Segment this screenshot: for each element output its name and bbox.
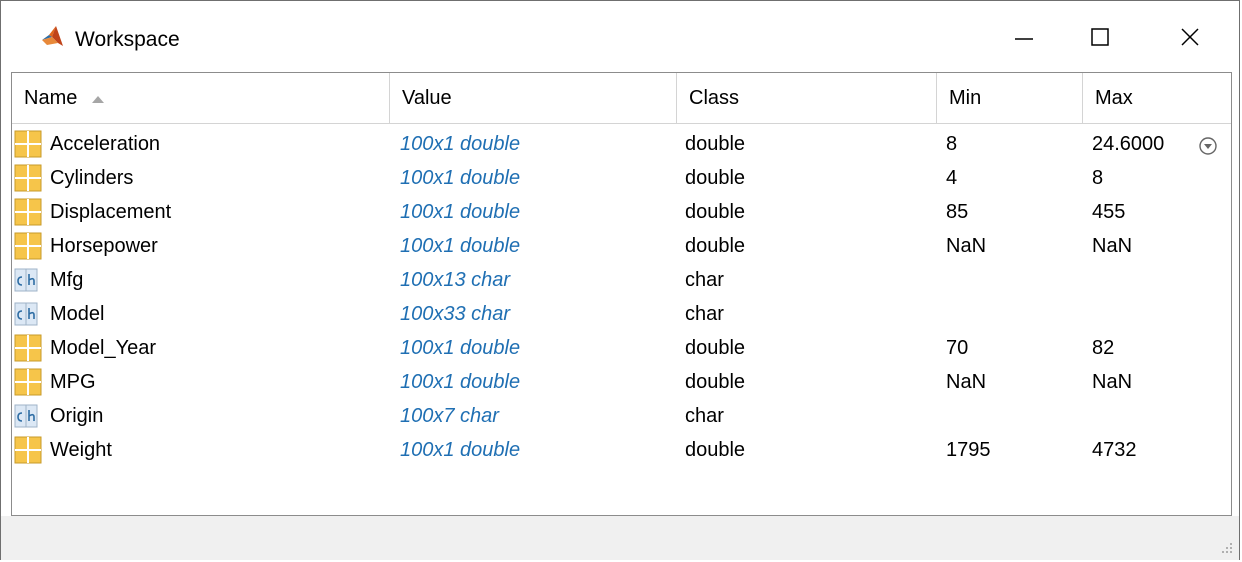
column-header-label: Name (24, 87, 78, 109)
table-row[interactable]: Horsepower 100x1 double double NaN NaN (12, 229, 1231, 263)
matrix-variable-icon (14, 368, 42, 396)
variable-class: double (685, 439, 746, 461)
variable-class: double (685, 337, 746, 359)
variable-name: Origin (50, 405, 104, 427)
minimize-button[interactable] (994, 15, 1054, 59)
variable-name: Acceleration (50, 133, 161, 155)
variable-class: char (685, 303, 724, 325)
column-header-label: Class (689, 87, 740, 109)
variable-name: Mfg (50, 269, 84, 291)
column-header-max[interactable]: Max (1083, 73, 1232, 123)
variable-min: NaN (946, 235, 987, 257)
variable-name: MPG (50, 371, 96, 393)
variable-class: char (685, 405, 724, 427)
variable-min: 4 (946, 167, 958, 189)
column-header-min[interactable]: Min (937, 73, 1083, 123)
variable-class: double (685, 201, 746, 223)
char-variable-icon (14, 302, 38, 326)
close-icon (1181, 28, 1199, 46)
variable-value: 100x1 double (400, 201, 521, 223)
maximize-icon (1091, 28, 1109, 46)
table-header: Name Value Class Min Max (12, 73, 1231, 124)
variable-value: 100x7 char (400, 405, 499, 427)
variable-min: 70 (946, 337, 969, 359)
variable-class: double (685, 167, 746, 189)
variable-value: 100x1 double (400, 371, 521, 393)
variable-min: 1795 (946, 439, 991, 461)
variable-max: 4732 (1092, 439, 1137, 461)
char-variable-icon (14, 268, 38, 292)
variable-name: Model_Year (50, 337, 157, 359)
variable-class: double (685, 133, 746, 155)
table-row[interactable]: MPG 100x1 double double NaN NaN (12, 365, 1231, 399)
variable-min: NaN (946, 371, 987, 393)
column-header-label: Max (1095, 87, 1133, 109)
sort-ascending-icon (91, 95, 104, 103)
variable-name: Cylinders (50, 167, 134, 189)
table-row[interactable]: Weight 100x1 double double 1795 4732 (12, 433, 1231, 467)
column-header-value[interactable]: Value (390, 73, 677, 123)
matrix-variable-icon (14, 436, 42, 464)
variable-max: NaN (1092, 371, 1133, 393)
maximize-button[interactable] (1070, 15, 1130, 59)
variable-class: double (685, 235, 746, 257)
table-row[interactable]: Acceleration 100x1 double double 8 24.6000 (12, 127, 1231, 161)
variable-max: 8 (1092, 167, 1104, 189)
title-bar[interactable]: Workspace (1, 1, 1239, 71)
variable-value: 100x33 char (400, 303, 511, 325)
variable-value: 100x1 double (400, 337, 521, 359)
variable-max: 24.6000 (1092, 133, 1165, 155)
matrix-variable-icon (14, 334, 42, 362)
variable-name: Displacement (50, 201, 172, 223)
table-row[interactable]: Model_Year 100x1 double double 70 82 (12, 331, 1231, 365)
variable-max: 82 (1092, 337, 1115, 359)
workspace-table[interactable]: Name Value Class Min Max Acceleration 100… (11, 72, 1232, 516)
column-header-class[interactable]: Class (677, 73, 937, 123)
variable-class: double (685, 371, 746, 393)
variable-min: 85 (946, 201, 969, 223)
table-row[interactable]: Mfg 100x13 char char (12, 263, 1231, 297)
variable-value: 100x1 double (400, 133, 521, 155)
matlab-logo-icon (42, 26, 63, 46)
workspace-window: Workspace Name Value Class Min Max Accel… (0, 0, 1240, 560)
window-title: Workspace (75, 28, 180, 51)
matrix-variable-icon (14, 130, 42, 158)
minimize-icon (1015, 38, 1033, 40)
variable-name: Model (50, 303, 105, 325)
column-header-label: Value (402, 87, 452, 109)
variable-class: char (685, 269, 724, 291)
column-header-label: Min (949, 87, 982, 109)
variable-value: 100x13 char (400, 269, 511, 291)
status-bar (1, 516, 1239, 560)
table-row[interactable]: Model 100x33 char char (12, 297, 1231, 331)
matrix-variable-icon (14, 232, 42, 260)
variable-value: 100x1 double (400, 235, 521, 257)
close-button[interactable] (1160, 15, 1220, 59)
table-body: Acceleration 100x1 double double 8 24.6000 Cy… (12, 127, 1231, 467)
table-row[interactable]: Origin 100x7 char char (12, 399, 1231, 433)
variable-name: Weight (50, 439, 112, 461)
resize-grip-icon[interactable] (1219, 540, 1233, 554)
variable-value: 100x1 double (400, 167, 521, 189)
char-variable-icon (14, 404, 38, 428)
column-header-name[interactable]: Name (12, 73, 390, 123)
matrix-variable-icon (14, 164, 42, 192)
matrix-variable-icon (14, 198, 42, 226)
table-row[interactable]: Displacement 100x1 double double 85 455 (12, 195, 1231, 229)
variable-min: 8 (946, 133, 958, 155)
variable-value: 100x1 double (400, 439, 521, 461)
variable-max: 455 (1092, 201, 1126, 223)
variable-max: NaN (1092, 235, 1133, 257)
table-row[interactable]: Cylinders 100x1 double double 4 8 (12, 161, 1231, 195)
variable-name: Horsepower (50, 235, 158, 257)
